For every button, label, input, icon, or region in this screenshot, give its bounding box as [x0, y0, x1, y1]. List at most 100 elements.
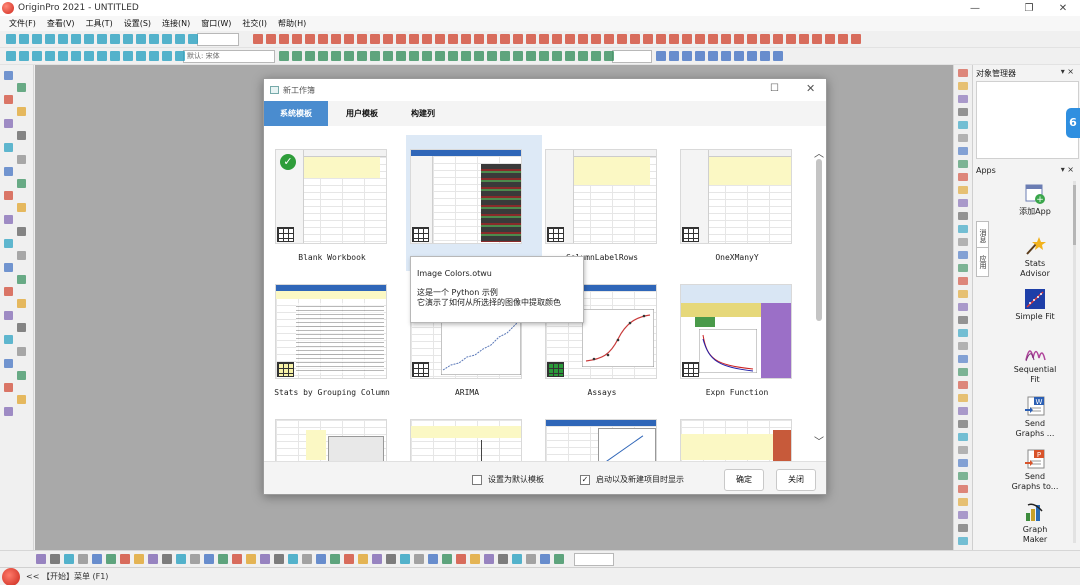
toolbar-button[interactable]: [513, 51, 523, 61]
toolbar-button[interactable]: [682, 34, 692, 44]
toolbar-button[interactable]: [396, 34, 406, 44]
app-graph-maker[interactable]: Graph Maker: [991, 501, 1079, 545]
toolbar-button[interactable]: [64, 554, 74, 564]
toolbar-button[interactable]: [97, 51, 107, 61]
side-tool-button[interactable]: [958, 303, 968, 311]
toolbar-button[interactable]: [734, 34, 744, 44]
toolbar-button[interactable]: [357, 51, 367, 61]
toolbar-button[interactable]: [773, 34, 783, 44]
toolbar-button[interactable]: [396, 51, 406, 61]
side-tool-button[interactable]: [958, 407, 968, 415]
toolbar-button[interactable]: [539, 34, 549, 44]
toolbar-button[interactable]: [344, 51, 354, 61]
restore-button[interactable]: ❐: [1012, 0, 1046, 16]
toolbar-button[interactable]: [461, 51, 471, 61]
toolbar-button[interactable]: [448, 34, 458, 44]
tool-button[interactable]: [17, 395, 26, 404]
tool-button[interactable]: [4, 359, 13, 368]
toolbar-button[interactable]: [721, 51, 731, 61]
menu-connect[interactable]: 连接(N): [162, 18, 190, 29]
toolbar-button[interactable]: [456, 554, 466, 564]
notification-tab[interactable]: 6: [1066, 108, 1080, 138]
app-simple-fit[interactable]: Simple Fit: [991, 288, 1079, 322]
toolbar-button[interactable]: [708, 51, 718, 61]
object-manager-controls[interactable]: ▾ ×: [1061, 67, 1074, 76]
toolbar-button[interactable]: [591, 34, 601, 44]
toolbar-button[interactable]: [414, 554, 424, 564]
close-button[interactable]: 关闭: [776, 469, 816, 491]
side-tool-button[interactable]: [958, 277, 968, 285]
toolbar-button[interactable]: [474, 51, 484, 61]
tool-button[interactable]: [4, 119, 13, 128]
toolbar-button[interactable]: [448, 51, 458, 61]
tool-button[interactable]: [17, 299, 26, 308]
toolbar-button[interactable]: [357, 34, 367, 44]
toolbar-button[interactable]: [526, 51, 536, 61]
toolbar-button[interactable]: [134, 554, 144, 564]
toolbar-button[interactable]: [435, 51, 445, 61]
side-tool-button[interactable]: [958, 212, 968, 220]
tool-button[interactable]: [17, 371, 26, 380]
toolbar-button[interactable]: [123, 34, 133, 44]
toolbar-button[interactable]: [58, 51, 68, 61]
toolbar-button[interactable]: [162, 34, 172, 44]
tool-button[interactable]: [4, 95, 13, 104]
menu-file[interactable]: 文件(F): [9, 18, 36, 29]
toolbar-button[interactable]: [695, 34, 705, 44]
toolbar-button[interactable]: [71, 34, 81, 44]
toolbar-button[interactable]: [232, 554, 242, 564]
toolbar-button[interactable]: [92, 554, 102, 564]
font-select[interactable]: 默认: 宋体: [183, 50, 275, 63]
gallery-scrollbar[interactable]: ︿ ﹀: [813, 135, 825, 461]
toolbar-button[interactable]: [578, 51, 588, 61]
toolbar-button[interactable]: [409, 51, 419, 61]
side-tool-button[interactable]: [958, 173, 968, 181]
toolbar-button[interactable]: [162, 51, 172, 61]
side-tool-button[interactable]: [958, 381, 968, 389]
toolbar-button[interactable]: [604, 51, 614, 61]
toolbar-button[interactable]: [149, 34, 159, 44]
toolbar-button[interactable]: [162, 554, 172, 564]
side-tool-button[interactable]: [958, 355, 968, 363]
toolbar-button[interactable]: [656, 34, 666, 44]
toolbar-button[interactable]: [526, 554, 536, 564]
toolbar-button[interactable]: [786, 34, 796, 44]
toolbar-button[interactable]: [656, 51, 666, 61]
toolbar-button[interactable]: [695, 51, 705, 61]
toolbar-button[interactable]: [120, 554, 130, 564]
tool-button[interactable]: [4, 191, 13, 200]
toolbar-button[interactable]: [669, 51, 679, 61]
toolbar-button[interactable]: [513, 34, 523, 44]
toolbar-button[interactable]: [36, 554, 46, 564]
side-tool-button[interactable]: [958, 264, 968, 272]
toolbar-button[interactable]: [526, 34, 536, 44]
side-tool-button[interactable]: [958, 160, 968, 168]
side-tool-button[interactable]: [958, 251, 968, 259]
toolbar-button[interactable]: [498, 554, 508, 564]
toolbar-button[interactable]: [512, 554, 522, 564]
toolbar-button[interactable]: [578, 34, 588, 44]
side-tool-button[interactable]: [958, 95, 968, 103]
toolbar-button[interactable]: [435, 34, 445, 44]
toolbar-button[interactable]: [45, 51, 55, 61]
toolbar-button[interactable]: [97, 34, 107, 44]
toolbar-button[interactable]: [747, 34, 757, 44]
scroll-thumb[interactable]: [816, 159, 822, 321]
toolbar-button[interactable]: [188, 34, 198, 44]
app-sequential-fit[interactable]: Sequential Fit: [991, 341, 1079, 385]
toolbar-button[interactable]: [386, 554, 396, 564]
tool-button[interactable]: [17, 347, 26, 356]
toolbar-button[interactable]: [604, 34, 614, 44]
tool-button[interactable]: [17, 107, 26, 116]
toolbar-button[interactable]: [175, 34, 185, 44]
toolbar-button[interactable]: [682, 51, 692, 61]
toolbar-button[interactable]: [422, 34, 432, 44]
tool-button[interactable]: [17, 275, 26, 284]
toolbar-button[interactable]: [19, 51, 29, 61]
app-add-app[interactable]: + 添加App: [991, 183, 1079, 217]
toolbar-button[interactable]: [84, 34, 94, 44]
side-tool-button[interactable]: [958, 394, 968, 402]
toolbar-button[interactable]: [246, 554, 256, 564]
toolbar-button[interactable]: [6, 34, 16, 44]
toolbar-button[interactable]: [190, 554, 200, 564]
